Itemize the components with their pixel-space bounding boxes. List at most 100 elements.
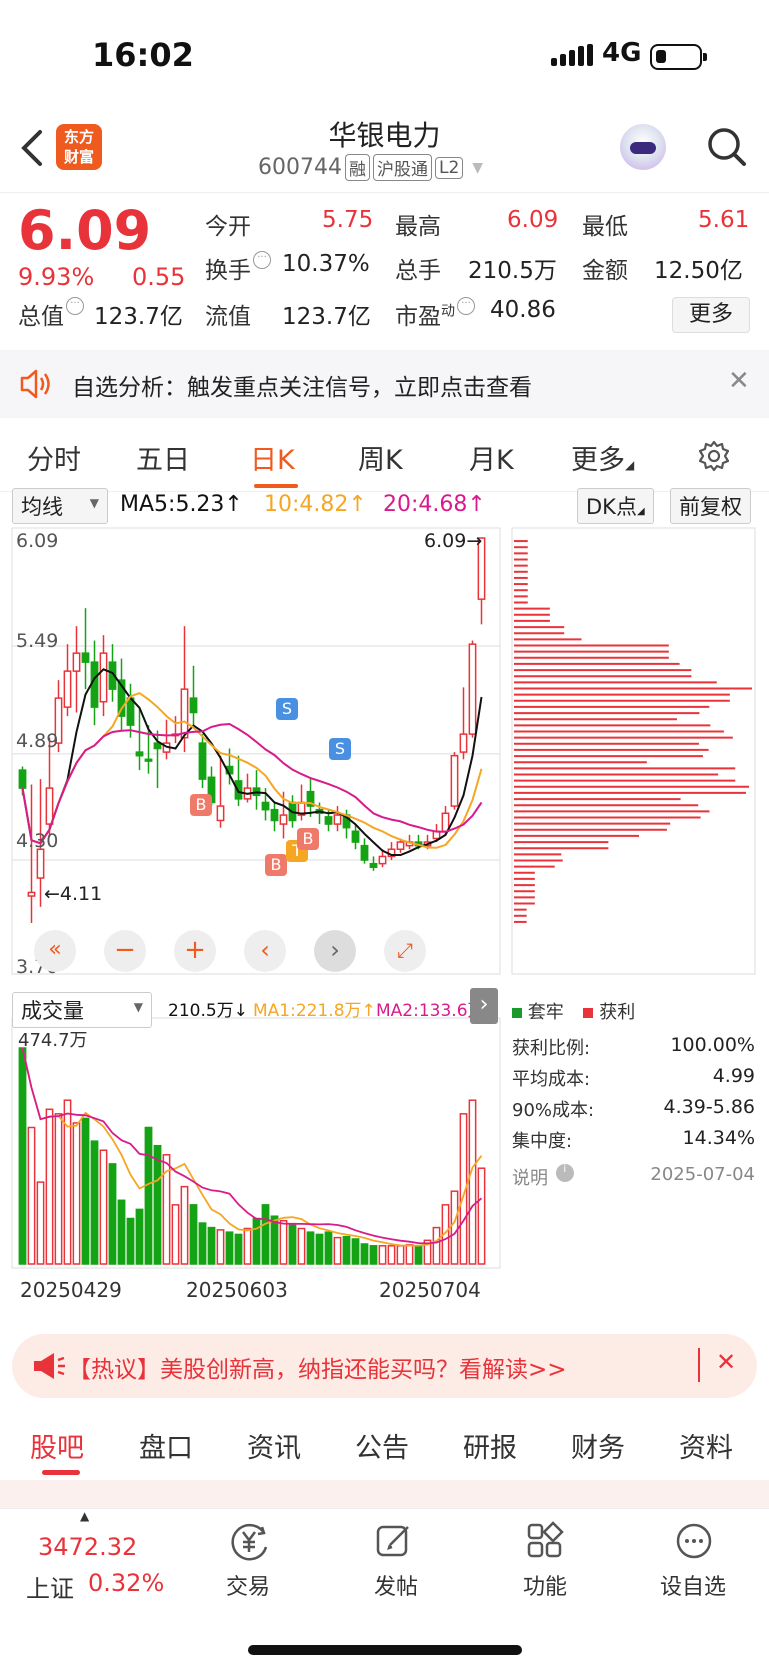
- watchlist-alert-bar[interactable]: 自选分析：触发重点关注信号，立即点击查看 ✕: [0, 350, 769, 418]
- volume-bar: [27, 1126, 36, 1265]
- index-name: 上证: [26, 1575, 74, 1603]
- settings-gear-icon[interactable]: [698, 440, 730, 476]
- chip-note[interactable]: 说明 i: [512, 1164, 574, 1190]
- post-button[interactable]: 发帖: [374, 1569, 418, 1601]
- candle-body: [324, 816, 333, 825]
- turnover-label: 换手···: [205, 251, 271, 285]
- tab-pankou[interactable]: 盘口: [139, 1426, 193, 1465]
- close-icon[interactable]: ✕: [716, 1348, 736, 1376]
- scroll-fast-left-icon[interactable]: «: [34, 930, 76, 972]
- signal-sell-marker[interactable]: S: [329, 738, 351, 760]
- pe-label: 市盈动 ···: [395, 297, 475, 331]
- info-icon: ···: [457, 297, 475, 315]
- volume-bar: [90, 1140, 99, 1265]
- trade-yen-icon[interactable]: [226, 1521, 272, 1561]
- volume-bar: [270, 1215, 279, 1265]
- search-icon[interactable]: [706, 126, 746, 166]
- candle-body: [36, 848, 45, 879]
- kline-chart-area: 均线 ▼ MA5:5.23↑ 10:4.82↑ 20:4.68↑ DK点◢ 前复权…: [0, 488, 769, 1318]
- zoom-out-icon[interactable]: −: [104, 930, 146, 972]
- candle-body: [279, 814, 288, 825]
- volume-bar: [468, 1099, 477, 1265]
- amount-label: 金额: [582, 258, 628, 284]
- pe-value: 40.86: [490, 297, 556, 323]
- open-value: 5.75: [322, 207, 374, 233]
- tab-research[interactable]: 研报: [463, 1426, 517, 1465]
- signal-buy-marker[interactable]: B: [297, 828, 319, 850]
- add-watchlist-icon[interactable]: [674, 1521, 714, 1561]
- more-quote-button[interactable]: 更多: [672, 297, 750, 333]
- close-icon[interactable]: ✕: [728, 366, 750, 396]
- banner-text: 【热议】美股创新高，纳指还能买吗？看解读>>: [68, 1357, 567, 1383]
- volume-bar: [414, 1245, 423, 1265]
- signal-buy-marker[interactable]: B: [265, 854, 287, 876]
- index-value[interactable]: 3472.32: [38, 1533, 137, 1561]
- candle-body: [81, 652, 90, 663]
- tag-margin: 融: [344, 154, 370, 181]
- candle-body: [18, 769, 27, 789]
- chip-pane-frame: [511, 527, 756, 975]
- expand-chevron-icon[interactable]: ›: [470, 988, 498, 1024]
- tab-guba[interactable]: 股吧: [30, 1426, 84, 1465]
- scroll-left-icon[interactable]: ‹: [244, 930, 286, 972]
- fullscreen-icon[interactable]: ⤢: [384, 930, 426, 972]
- signal-sell-marker[interactable]: S: [276, 698, 298, 720]
- low-value: 5.61: [698, 207, 750, 233]
- candle-body: [396, 841, 405, 851]
- date-label: 20250603: [186, 1278, 288, 1302]
- ma20-line: [21, 722, 483, 845]
- volume-bar: [324, 1231, 333, 1265]
- volume-bar: [351, 1238, 360, 1265]
- low-label: 最低: [582, 214, 628, 240]
- tab-weekly-k[interactable]: 周K: [358, 438, 403, 477]
- volume-select[interactable]: 成交量 ▼: [12, 992, 152, 1028]
- tab-more[interactable]: 更多◢: [571, 438, 634, 477]
- volume-bar: [396, 1245, 405, 1265]
- tab-monthly-k[interactable]: 月K: [469, 438, 514, 477]
- trade-button[interactable]: 交易: [226, 1569, 270, 1601]
- volume-bar: [153, 1144, 162, 1265]
- volume-bar: [297, 1227, 306, 1265]
- candle-body: [27, 891, 36, 897]
- candle-body: [459, 733, 468, 753]
- back-chevron-icon[interactable]: [18, 126, 46, 180]
- tab-daily-k[interactable]: 日K: [250, 438, 295, 477]
- price-axis-2: 5.49: [16, 630, 59, 652]
- volume-bar: [45, 1108, 54, 1265]
- candle-body: [180, 688, 189, 739]
- speaker-icon: [18, 366, 54, 402]
- app-logo[interactable]: 东方 财富: [56, 124, 102, 170]
- zoom-in-icon[interactable]: +: [174, 930, 216, 972]
- tab-profile[interactable]: 资料: [679, 1426, 733, 1465]
- volume-bar: [117, 1199, 126, 1265]
- tab-announcements[interactable]: 公告: [355, 1426, 409, 1465]
- add-watchlist-button[interactable]: 设自选: [660, 1569, 726, 1601]
- scroll-right-icon[interactable]: ›: [314, 930, 356, 972]
- signal-buy-marker[interactable]: B: [190, 794, 212, 816]
- battery-icon: [650, 44, 707, 70]
- high-price-tag: 6.09→: [424, 530, 483, 552]
- float-label: 流值: [205, 304, 251, 330]
- content-peek: [0, 1480, 769, 1510]
- volume-ma2-legend: MA2:133.6万: [376, 1001, 476, 1021]
- info-icon: i: [555, 1164, 574, 1182]
- kline-chart[interactable]: [0, 488, 769, 1318]
- signal-icon: [551, 44, 593, 66]
- candle-body: [99, 652, 108, 703]
- post-edit-icon[interactable]: [374, 1521, 414, 1561]
- candle-body: [378, 855, 387, 865]
- function-grid-icon[interactable]: [525, 1521, 565, 1561]
- turnover-value: 10.37%: [282, 251, 370, 277]
- volume-bar: [81, 1117, 90, 1265]
- tab-finance[interactable]: 财务: [571, 1426, 625, 1465]
- volume-bar: [144, 1126, 153, 1265]
- function-button[interactable]: 功能: [523, 1569, 567, 1601]
- chip-label: 90%成本:: [512, 1100, 595, 1121]
- tab-news[interactable]: 资讯: [247, 1426, 301, 1465]
- robot-assistant-icon[interactable]: [620, 124, 666, 170]
- tab-five-day[interactable]: 五日: [136, 438, 190, 477]
- hot-topic-banner[interactable]: 【热议】美股创新高，纳指还能买吗？看解读>> ✕: [12, 1334, 757, 1398]
- candle-body: [90, 661, 99, 708]
- stock-subtitle[interactable]: 600744 融 沪股通 L2 ▼: [258, 154, 483, 181]
- tab-intraday[interactable]: 分时: [27, 438, 81, 477]
